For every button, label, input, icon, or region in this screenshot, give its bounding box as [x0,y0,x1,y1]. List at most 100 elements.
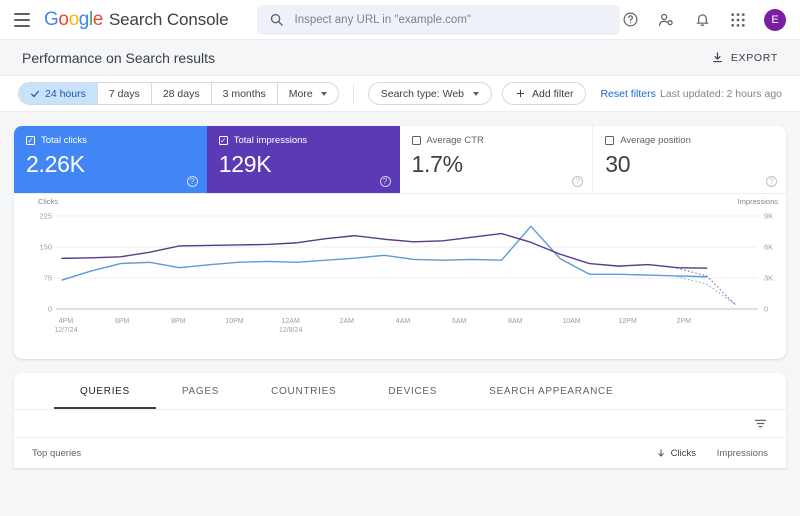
bell-icon[interactable] [692,10,712,30]
plus-icon [516,89,525,98]
date-chip-label: 3 months [222,87,266,100]
svg-text:0: 0 [764,305,768,314]
svg-text:150: 150 [39,243,52,252]
metric-label-row: Total impressions [218,135,388,146]
app-bar: Google Search Console Inspect any URL in… [0,0,800,40]
date-chip-label: More [288,87,313,100]
metric-checkbox[interactable] [26,136,35,145]
metric-checkbox[interactable] [605,136,615,145]
date-chip-28-days[interactable]: 28 days [152,83,212,104]
download-icon [712,52,722,63]
column-header-impressions[interactable]: Impressions [696,448,768,459]
filter-list-icon[interactable] [753,416,768,431]
apps-grid-icon[interactable] [728,10,748,30]
svg-text:12/7/24: 12/7/24 [54,327,77,334]
metric-value: 1.7% [411,151,464,177]
metric-label-row: Average CTR [411,135,581,146]
metric-card-total-clicks[interactable]: Total clicks 2.26K ? [14,126,207,193]
date-chip-label: 7 days [108,87,140,100]
svg-text:4AM: 4AM [396,318,411,325]
date-chip-label: 24 hours [45,87,86,100]
dimension-tabs: QUERIES PAGES COUNTRIES DEVICES SEARCH A… [14,373,786,410]
chart-svg: Clicks Impressions 0 0 75 3K 150 6K 225 9K 4PM 12/7… [38,197,779,334]
svg-text:2PM: 2PM [677,318,692,325]
metric-label-row: Average position [605,135,774,146]
date-chip-more[interactable]: More [278,83,338,104]
help-icon[interactable]: ? [379,176,391,187]
metric-label: Total impressions [233,135,308,146]
hamburger-icon[interactable] [14,12,31,27]
url-inspect-search[interactable] [256,4,620,35]
chevron-down-icon [320,91,327,96]
tab-devices[interactable]: DEVICES [362,373,463,409]
tab-search-appearance[interactable]: SEARCH APPEARANCE [463,373,639,409]
export-label: EXPORT [730,51,778,64]
svg-text:10PM: 10PM [225,318,243,325]
reset-filters-link[interactable]: Reset filters [600,88,655,100]
export-button[interactable]: EXPORT [711,51,778,64]
date-chip-3-months[interactable]: 3 months [212,83,278,104]
add-filter-button[interactable]: Add filter [502,82,587,105]
brand-logo[interactable]: Google Search Console [44,8,229,31]
search-icon [270,13,283,26]
date-chip-7-days[interactable]: 7 days [98,83,152,104]
metric-label: Average CTR [426,135,484,146]
avatar[interactable]: E [764,8,786,31]
help-icon[interactable]: ? [766,176,777,187]
svg-text:4PM: 4PM [59,318,74,325]
date-chip-label: 28 days [162,87,200,100]
performance-card: Total clicks 2.26K ? Total impressions 1… [14,126,786,359]
chevron-down-icon [473,91,480,96]
google-logo: Google [44,8,103,30]
column-header-clicks-label: Clicks [670,447,696,459]
metric-label: Average position [620,135,691,146]
metric-card-average-ctr[interactable]: Average CTR 1.7% ? [400,126,594,193]
dimension-table-card: QUERIES PAGES COUNTRIES DEVICES SEARCH A… [14,373,786,468]
tab-queries[interactable]: QUERIES [54,373,156,409]
metric-checkbox[interactable] [411,136,421,145]
column-header-top-queries[interactable]: Top queries [32,448,610,459]
search-type-label: Search type: Web [380,87,465,100]
metric-checkbox[interactable] [218,136,228,145]
table-toolbar [14,410,786,438]
svg-text:12/8/24: 12/8/24 [279,327,302,334]
tab-label: PAGES [181,385,220,397]
page-title: Performance on Search results [22,49,215,66]
search-type-dropdown[interactable]: Search type: Web [367,82,493,105]
svg-text:6AM: 6AM [452,318,467,325]
vertical-divider [352,83,354,104]
svg-text:8PM: 8PM [171,318,186,325]
users-icon[interactable] [656,10,676,30]
metric-card-total-impressions[interactable]: Total impressions 129K ? [206,126,400,193]
date-range-chip-group: 24 hours 7 days 28 days 3 months More [18,82,339,105]
svg-text:6K: 6K [764,243,773,252]
svg-text:3K: 3K [764,274,773,283]
performance-chart[interactable]: Clicks Impressions 0 0 75 3K 150 6K 225 9K 4PM 12/7… [14,194,786,359]
metric-card-average-position[interactable]: Average position 30 ? [593,126,786,193]
tab-label: SEARCH APPEARANCE [489,385,614,397]
page-header: Performance on Search results EXPORT [0,40,800,75]
check-icon [31,90,39,97]
add-filter-label: Add filter [532,87,574,100]
svg-text:75: 75 [44,274,52,283]
app-bar-actions: E [620,8,786,31]
help-icon[interactable]: ? [186,176,198,187]
svg-text:8AM: 8AM [508,318,523,325]
svg-text:Impressions: Impressions [738,197,779,206]
performance-section: Total clicks 2.26K ? Total impressions 1… [0,112,800,359]
tab-countries[interactable]: COUNTRIES [245,373,362,409]
svg-text:12PM: 12PM [619,318,637,325]
help-icon[interactable]: ? [572,176,584,187]
search-input[interactable] [294,13,608,26]
date-chip-24-hours[interactable]: 24 hours [19,83,98,104]
metric-value: 2.26K [26,151,85,177]
svg-text:225: 225 [39,212,52,221]
svg-text:0: 0 [48,305,52,314]
svg-text:2AM: 2AM [340,318,355,325]
filter-bar: 24 hours 7 days 28 days 3 months More Se… [0,75,800,112]
metric-label-row: Total clicks [26,135,195,146]
svg-text:12AM: 12AM [282,318,300,325]
help-circle-icon[interactable] [620,10,640,30]
column-header-clicks[interactable]: Clicks [610,448,696,459]
tab-pages[interactable]: PAGES [156,373,245,409]
